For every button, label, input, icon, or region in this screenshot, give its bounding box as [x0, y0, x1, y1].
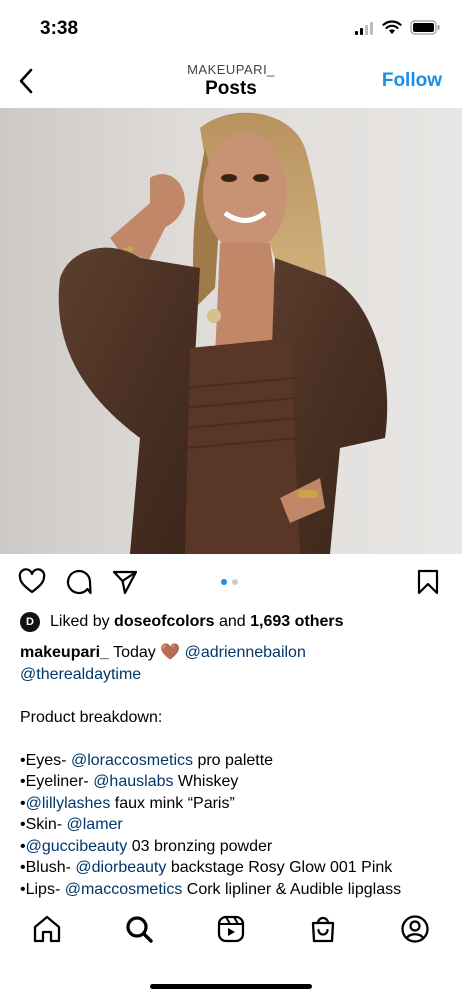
list-item: •Blush- @diorbeauty backstage Rosy Glow …: [20, 857, 448, 879]
share-icon[interactable]: [111, 568, 139, 596]
list-item: •Eyeliner- @hauslabs Whiskey: [20, 771, 448, 793]
search-icon[interactable]: [124, 914, 154, 944]
follow-button[interactable]: Follow: [382, 70, 442, 92]
home-indicator[interactable]: [150, 984, 312, 989]
caption-today: Today: [113, 644, 156, 661]
mention-link[interactable]: @hauslabs: [93, 773, 173, 790]
post-image[interactable]: [0, 108, 462, 554]
cellular-icon: [355, 21, 373, 35]
caption-heading: Product breakdown:: [20, 708, 163, 726]
likes-prefix: Liked by: [50, 613, 110, 630]
item-suffix: Whiskey: [173, 773, 239, 790]
likes-others[interactable]: 1,693 others: [250, 613, 343, 631]
carousel-dot: [232, 579, 238, 585]
status-icons: [354, 20, 440, 35]
likes-summary[interactable]: D Liked by doseofcolors and 1,693 others: [20, 612, 442, 632]
carousel-indicator: [221, 579, 238, 585]
post-actions: [0, 560, 462, 604]
item-prefix: •Lips-: [20, 880, 65, 898]
wifi-icon: [382, 20, 402, 34]
home-icon[interactable]: [32, 914, 62, 944]
status-bar: 3:38: [0, 0, 462, 60]
status-time: 3:38: [40, 18, 79, 39]
list-item: •Lips- @maccosmetics Cork lipliner & Aud…: [20, 879, 448, 901]
reels-icon[interactable]: [216, 914, 246, 944]
battery-icon: [410, 20, 440, 35]
item-prefix: •Eyeliner-: [20, 773, 94, 790]
profile-icon[interactable]: [400, 914, 430, 944]
mention-link[interactable]: @guccibeauty: [26, 838, 128, 855]
item-suffix: Cork lipliner & Audible lipglass: [182, 880, 402, 898]
mention-link[interactable]: @therealdaytime: [20, 666, 141, 683]
item-suffix: backstage Rosy Glow 001 Pink: [166, 859, 393, 876]
liker-username[interactable]: doseofcolors: [114, 613, 214, 631]
mention-link[interactable]: @lillylashes: [26, 795, 111, 812]
heart-icon[interactable]: [18, 568, 46, 596]
list-item: •Eyes- @loraccosmetics pro palette: [20, 750, 448, 772]
mention-link[interactable]: @lamer: [67, 816, 123, 833]
carousel-dot-active: [221, 579, 227, 585]
item-suffix: 03 bronzing powder: [127, 837, 273, 855]
bottom-tab-bar: [0, 900, 462, 999]
comment-icon[interactable]: [65, 568, 93, 596]
post-header: MAKEUPARI_ Posts Follow: [0, 60, 462, 108]
post-photo: [58, 112, 388, 554]
list-item: •Skin- @lamer: [20, 814, 448, 836]
likes-middle: and: [218, 613, 246, 630]
caption-author[interactable]: makeupari_: [20, 644, 109, 661]
mention-link[interactable]: @maccosmetics: [65, 881, 183, 898]
item-suffix: pro palette: [193, 751, 274, 769]
liker-avatar[interactable]: D: [20, 612, 40, 632]
bookmark-icon[interactable]: [414, 568, 442, 596]
mention-link[interactable]: @adriennebailon: [185, 644, 306, 661]
item-prefix: •Blush-: [20, 859, 76, 876]
item-suffix: faux mink “Paris”: [110, 794, 235, 812]
shop-icon[interactable]: [308, 914, 338, 944]
list-item: •@guccibeauty 03 bronzing powder: [20, 836, 448, 858]
list-item: •@lillylashes faux mink “Paris”: [20, 793, 448, 815]
mention-link[interactable]: @diorbeauty: [75, 859, 166, 876]
item-prefix: •Skin-: [20, 816, 67, 833]
heart-emoji: 🤎: [160, 644, 181, 661]
mention-link[interactable]: @loraccosmetics: [71, 752, 193, 769]
item-prefix: •Eyes-: [20, 751, 71, 769]
post-caption: makeupari_ Today 🤎 @adriennebailon @ther…: [20, 642, 448, 900]
